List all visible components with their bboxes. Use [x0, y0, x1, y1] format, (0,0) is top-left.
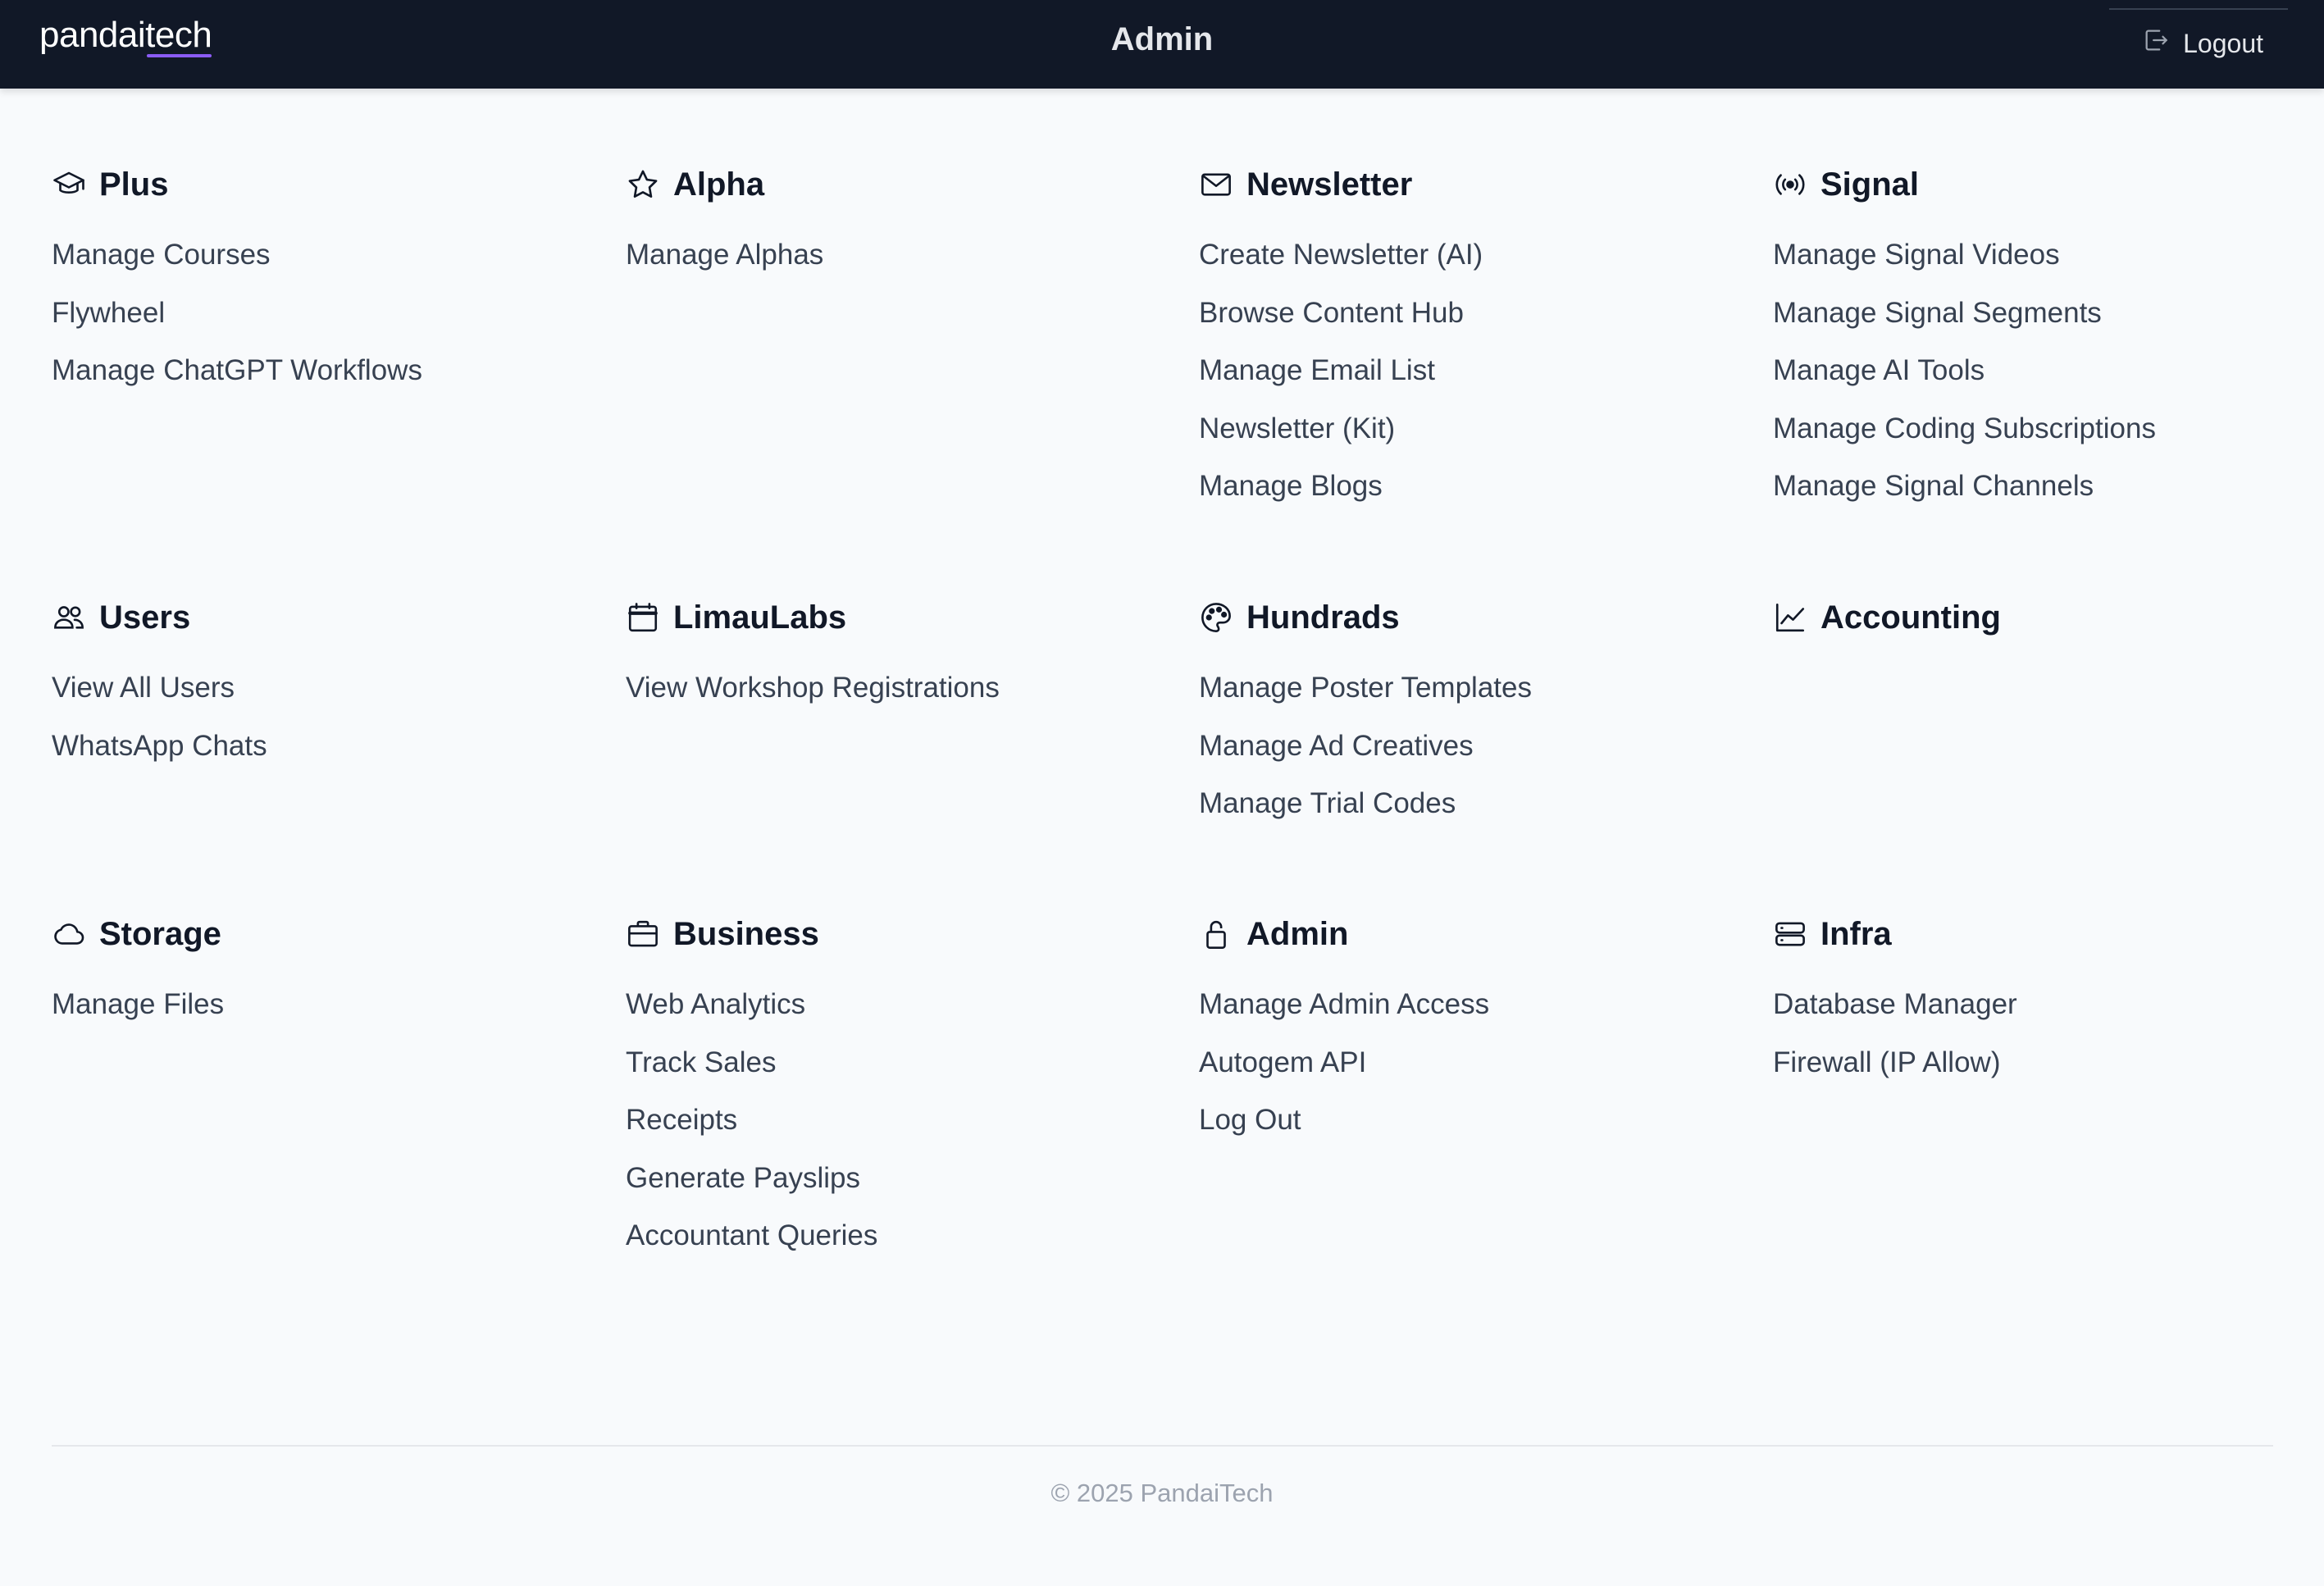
section-newsletter: Newsletter Create Newsletter (AI) Browse… [1199, 163, 1757, 520]
briefcase-icon [626, 917, 660, 951]
link-manage-poster-templates[interactable]: Manage Poster Templates [1199, 663, 1757, 722]
section-storage: Storage Manage Files [52, 913, 609, 1038]
link-firewall-ip-allow[interactable]: Firewall (IP Allow) [1773, 1038, 2324, 1096]
page-title: Admin [1110, 21, 1214, 57]
section-title: Newsletter [1246, 166, 1413, 203]
section-title: Business [673, 915, 819, 952]
footer-divider [52, 1445, 2273, 1447]
link-track-sales[interactable]: Track Sales [626, 1038, 1183, 1096]
link-browse-content-hub[interactable]: Browse Content Hub [1199, 289, 1757, 347]
link-database-manager[interactable]: Database Manager [1773, 980, 2324, 1038]
logout-button[interactable]: Logout [2142, 26, 2263, 61]
section-limaulabs: LimauLabs View Workshop Registrations [626, 596, 1183, 722]
link-manage-alphas[interactable]: Manage Alphas [626, 230, 1183, 289]
link-manage-coding-subscriptions[interactable]: Manage Coding Subscriptions [1773, 404, 2324, 463]
link-manage-trial-codes[interactable]: Manage Trial Codes [1199, 779, 1757, 837]
link-manage-signal-channels[interactable]: Manage Signal Channels [1773, 462, 2324, 520]
section-title: Alpha [673, 166, 765, 203]
broadcast-icon [1773, 167, 1807, 202]
section-plus: Plus Manage Courses Flywheel Manage Chat… [52, 163, 609, 404]
link-manage-ai-tools[interactable]: Manage AI Tools [1773, 346, 2324, 404]
section-admin: Admin Manage Admin Access Autogem API Lo… [1199, 913, 1757, 1154]
chart-line-icon [1773, 600, 1807, 635]
link-generate-payslips[interactable]: Generate Payslips [626, 1154, 1183, 1212]
calendar-icon [626, 600, 660, 635]
section-accounting: Accounting [1773, 596, 2324, 663]
link-manage-admin-access[interactable]: Manage Admin Access [1199, 980, 1757, 1038]
link-manage-signal-videos[interactable]: Manage Signal Videos [1773, 230, 2324, 289]
graduation-cap-icon [52, 167, 86, 202]
section-title: Users [99, 599, 191, 636]
section-users: Users View All Users WhatsApp Chats [52, 596, 609, 779]
link-web-analytics[interactable]: Web Analytics [626, 980, 1183, 1038]
link-receipts[interactable]: Receipts [626, 1096, 1183, 1154]
section-signal: Signal Manage Signal Videos Manage Signa… [1773, 163, 2324, 520]
link-view-all-users[interactable]: View All Users [52, 663, 609, 722]
link-autogem-api[interactable]: Autogem API [1199, 1038, 1757, 1096]
users-icon [52, 600, 86, 635]
section-infra: Infra Database Manager Firewall (IP Allo… [1773, 913, 2324, 1096]
section-title: Admin [1246, 915, 1349, 952]
envelope-icon [1199, 167, 1233, 202]
section-title: LimauLabs [673, 599, 847, 636]
section-title: Hundrads [1246, 599, 1400, 636]
cloud-icon [52, 917, 86, 951]
footer-copyright: © 2025 PandaiTech [1050, 1479, 1274, 1507]
section-title: Signal [1820, 166, 1920, 203]
lock-icon [1199, 917, 1233, 951]
link-accountant-queries[interactable]: Accountant Queries [626, 1211, 1183, 1269]
top-navbar: pandaitech Admin Logout [0, 0, 2324, 89]
link-create-newsletter-ai[interactable]: Create Newsletter (AI) [1199, 230, 1757, 289]
link-manage-courses[interactable]: Manage Courses [52, 230, 609, 289]
link-newsletter-kit[interactable]: Newsletter (Kit) [1199, 404, 1757, 463]
link-manage-email-list[interactable]: Manage Email List [1199, 346, 1757, 404]
server-icon [1773, 917, 1807, 951]
section-title: Storage [99, 915, 221, 952]
section-business: Business Web Analytics Track Sales Recei… [626, 913, 1183, 1269]
link-manage-chatgpt-workflows[interactable]: Manage ChatGPT Workflows [52, 346, 609, 404]
link-manage-files[interactable]: Manage Files [52, 980, 609, 1038]
link-manage-ad-creatives[interactable]: Manage Ad Creatives [1199, 722, 1757, 780]
logout-label: Logout [2183, 28, 2263, 58]
section-alpha: Alpha Manage Alphas [626, 163, 1183, 289]
logout-icon [2142, 26, 2170, 61]
palette-icon [1199, 600, 1233, 635]
section-title: Plus [99, 166, 169, 203]
link-log-out[interactable]: Log Out [1199, 1096, 1757, 1154]
star-icon [626, 167, 660, 202]
section-hundrads: Hundrads Manage Poster Templates Manage … [1199, 596, 1757, 837]
link-flywheel[interactable]: Flywheel [52, 289, 609, 347]
link-manage-signal-segments[interactable]: Manage Signal Segments [1773, 289, 2324, 347]
link-manage-blogs[interactable]: Manage Blogs [1199, 462, 1757, 520]
link-view-workshop-registrations[interactable]: View Workshop Registrations [626, 663, 1183, 722]
section-title: Infra [1820, 915, 1892, 952]
link-whatsapp-chats[interactable]: WhatsApp Chats [52, 722, 609, 780]
section-title: Accounting [1820, 599, 2001, 636]
logout-container: Logout [2109, 8, 2288, 74]
